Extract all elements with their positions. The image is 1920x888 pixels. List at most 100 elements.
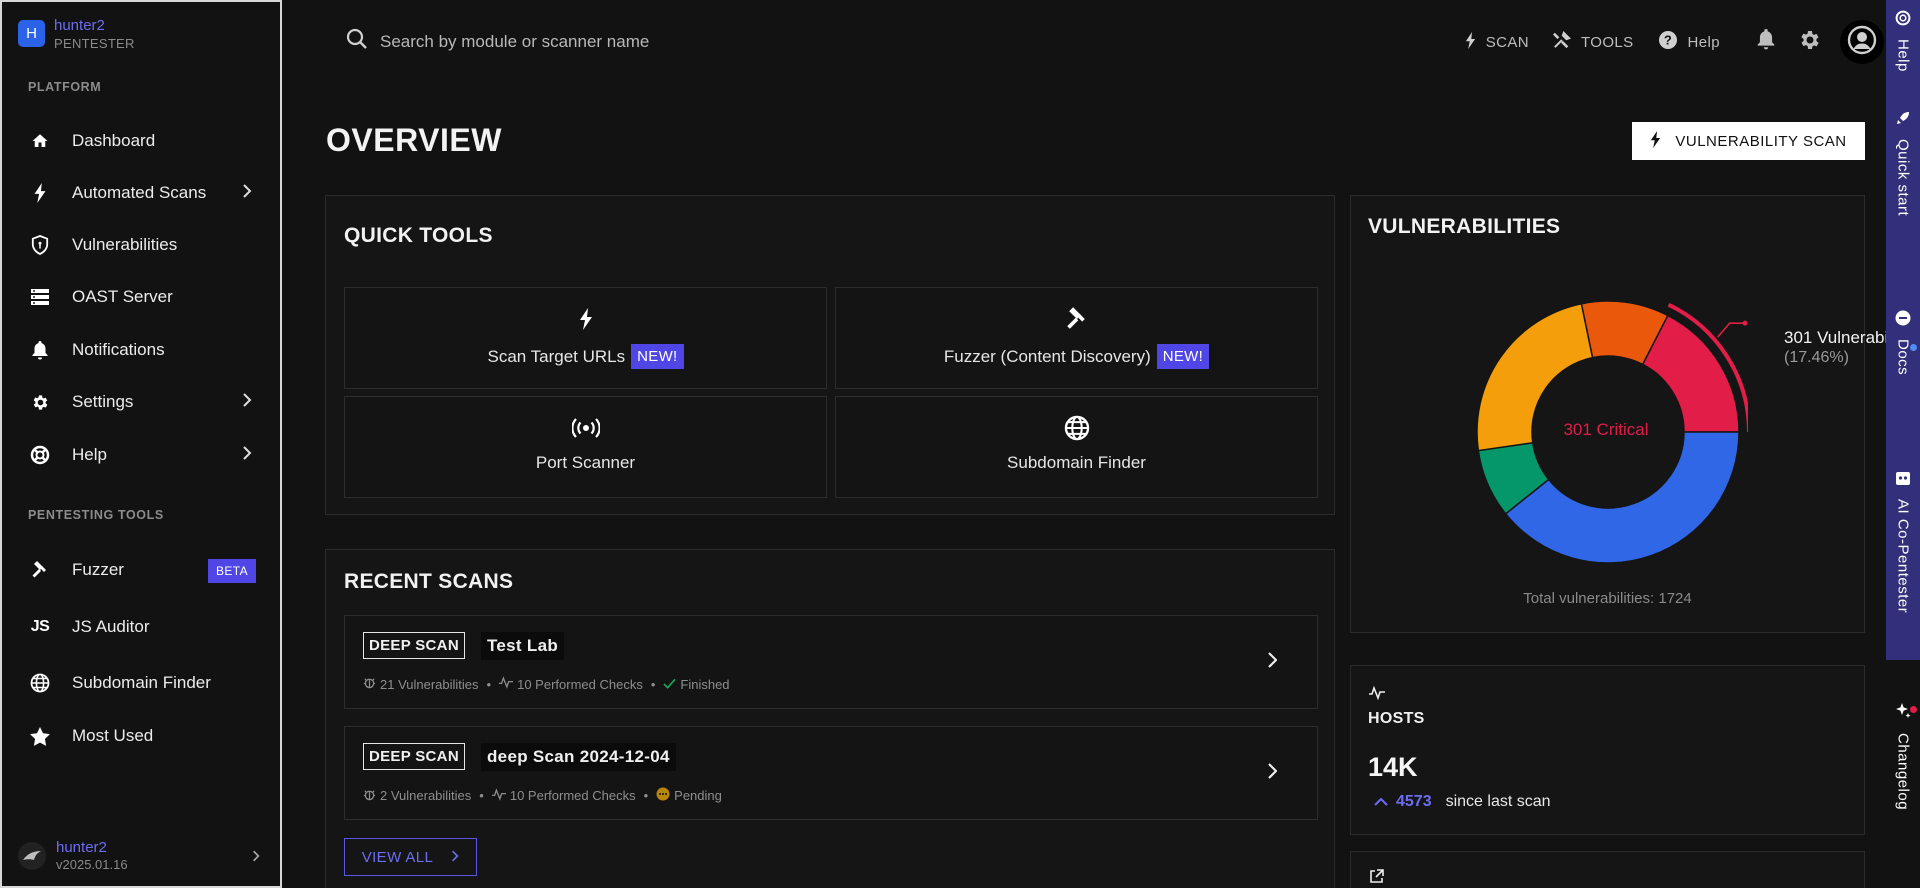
hosts-delta-value: 4573 (1396, 793, 1432, 810)
globe-icon (28, 671, 52, 695)
sidebar-item-most-used[interactable]: Most Used (4, 713, 280, 759)
brand-logo: H (18, 20, 45, 47)
rail-help[interactable]: Help (1886, 0, 1920, 100)
sidebar-item-fuzzer[interactable]: Fuzzer BETA (4, 547, 280, 593)
donut-callout-dot (1742, 320, 1748, 326)
star-icon (28, 724, 52, 748)
new-badge: NEW! (1156, 344, 1210, 369)
profile-avatar-button[interactable] (1840, 20, 1884, 64)
bell-icon (28, 338, 52, 362)
scan-link-label: SCAN (1485, 33, 1529, 51)
tools-link[interactable]: TOOLS (1552, 30, 1634, 53)
sidebar-item-js-auditor[interactable]: JS JS Auditor (4, 604, 280, 650)
donut-callout-percent: (17.46%) (1784, 349, 1849, 366)
scan-row[interactable]: DEEP SCAN deep Scan 2024-12-04 2 Vulnera… (344, 726, 1318, 820)
right-rail: Help Quick start Docs AI Co-Pentester Ch… (1886, 0, 1920, 888)
view-all-button[interactable]: VIEW ALL (344, 838, 477, 876)
settings-button[interactable] (1788, 20, 1832, 64)
rail-docs[interactable]: Docs (1886, 300, 1920, 460)
tool-label: Port Scanner (535, 453, 636, 472)
rail-changelog[interactable]: Changelog (1886, 692, 1920, 842)
new-badge: NEW! (631, 344, 684, 369)
rail-ai-copentester[interactable]: AI Co-Pentester (1886, 460, 1920, 660)
scan-checks: 10 Performed Checks (509, 788, 636, 803)
sidebar-item-help[interactable]: Help (4, 432, 280, 478)
tool-subdomain-finder[interactable]: Subdomain Finder (835, 396, 1318, 498)
app-version: v2025.01.16 (56, 857, 128, 872)
help-link-label: Help (1687, 33, 1720, 51)
sidebar-item-settings[interactable]: Settings (4, 379, 280, 425)
hammer-icon (28, 558, 52, 582)
rail-ai-label: AI Co-Pentester (1894, 499, 1912, 614)
chevron-right-icon (1267, 763, 1278, 784)
vulnerability-scan-label: VULNERABILITY SCAN (1675, 132, 1847, 150)
platform-section-title: PLATFORM (28, 80, 102, 94)
scan-meta: 2 Vulnerabilities • 10 Performed Checks … (363, 787, 722, 804)
donut-slice-info[interactable] (1504, 431, 1740, 564)
sidebar-item-label: Subdomain Finder (72, 673, 211, 692)
gear-icon (1798, 28, 1822, 57)
scan-vulns: 21 Vulnerabilities (380, 676, 479, 692)
chevron-up-icon (1374, 793, 1388, 811)
next-card (1350, 851, 1865, 888)
sidebar-item-automated-scans[interactable]: Automated Scans (4, 170, 280, 216)
sidebar-item-oast-server[interactable]: OAST Server (4, 274, 280, 320)
lifebuoy-icon (1895, 10, 1911, 31)
donut-center-label: 301 Critical (1563, 420, 1649, 439)
lifebuoy-icon (28, 443, 52, 467)
scan-name: deep Scan 2024-12-04 (481, 743, 676, 771)
chevron-right-icon (242, 184, 252, 203)
sidebar-item-label: Automated Scans (72, 183, 207, 202)
tools-link-label: TOOLS (1580, 33, 1634, 51)
scan-name: Test Lab (481, 632, 565, 660)
hosts-label: HOSTS (1368, 710, 1425, 727)
donut-callout: 301 Vulnerabilities (17.46%) (1784, 328, 1886, 368)
avatar (18, 842, 46, 870)
scan-vulns: 2 Vulnerabilities (380, 788, 472, 803)
sidebar-item-label: Most Used (72, 726, 154, 745)
check-icon (663, 677, 677, 692)
tool-port-scanner[interactable]: Port Scanner (344, 396, 827, 498)
sidebar-item-subdomain-finder[interactable]: Subdomain Finder (4, 660, 280, 706)
scan-row[interactable]: DEEP SCAN Test Lab 21 Vulnerabilities • … (344, 615, 1318, 709)
brand[interactable]: H hunter2 PENTESTER (18, 16, 135, 52)
sidebar-item-label: JS Auditor (72, 617, 150, 636)
tool-fuzzer[interactable]: Fuzzer (Content Discovery) NEW! (835, 287, 1318, 389)
search-input[interactable]: Search by module or scanner name (346, 28, 649, 55)
user-menu[interactable]: hunter2 v2025.01.16 (18, 836, 268, 876)
hosts-value: 14K (1368, 752, 1418, 782)
globe-icon (1064, 415, 1090, 441)
external-link-icon (1369, 869, 1384, 888)
js-icon: JS (30, 618, 50, 635)
chevron-right-icon (252, 849, 260, 867)
svg-text:?: ? (1663, 33, 1671, 48)
gear-icon (28, 390, 52, 414)
help-link[interactable]: ? Help (1658, 30, 1720, 54)
help-circle-icon: ? (1658, 30, 1678, 54)
rocket-icon (1895, 110, 1911, 131)
hosts-delta: 4573 since last scan (1374, 793, 1551, 811)
rail-quick-start[interactable]: Quick start (1886, 100, 1920, 300)
scan-link[interactable]: SCAN (1465, 31, 1529, 53)
view-all-label: VIEW ALL (361, 848, 434, 866)
tools-section-title: PENTESTING TOOLS (28, 508, 164, 522)
sidebar-item-label: Help (72, 445, 107, 464)
tool-scan-target-urls[interactable]: Scan Target URLs NEW! (344, 287, 827, 389)
bolt-icon (28, 181, 52, 205)
sidebar-item-label: Vulnerabilities (72, 235, 178, 254)
notifications-button[interactable] (1744, 20, 1788, 64)
scan-status: Pending (674, 788, 722, 803)
vulnerability-scan-button[interactable]: VULNERABILITY SCAN (1632, 122, 1865, 160)
sidebar-item-vulnerabilities[interactable]: Vulnerabilities (4, 222, 280, 268)
sidebar-item-notifications[interactable]: Notifications (4, 327, 280, 373)
activity-icon (1369, 685, 1385, 705)
topbar-actions: SCAN TOOLS ? Help (1465, 20, 1884, 64)
tool-label: Fuzzer (Content Discovery) (943, 346, 1151, 366)
robot-icon (1895, 470, 1911, 491)
activity-icon (499, 676, 514, 692)
pending-icon (656, 787, 670, 804)
home-icon (28, 129, 52, 153)
rail-docs-label: Docs (1894, 339, 1912, 376)
sidebar-item-dashboard[interactable]: Dashboard (4, 118, 280, 164)
rail-help-label: Help (1894, 39, 1912, 72)
